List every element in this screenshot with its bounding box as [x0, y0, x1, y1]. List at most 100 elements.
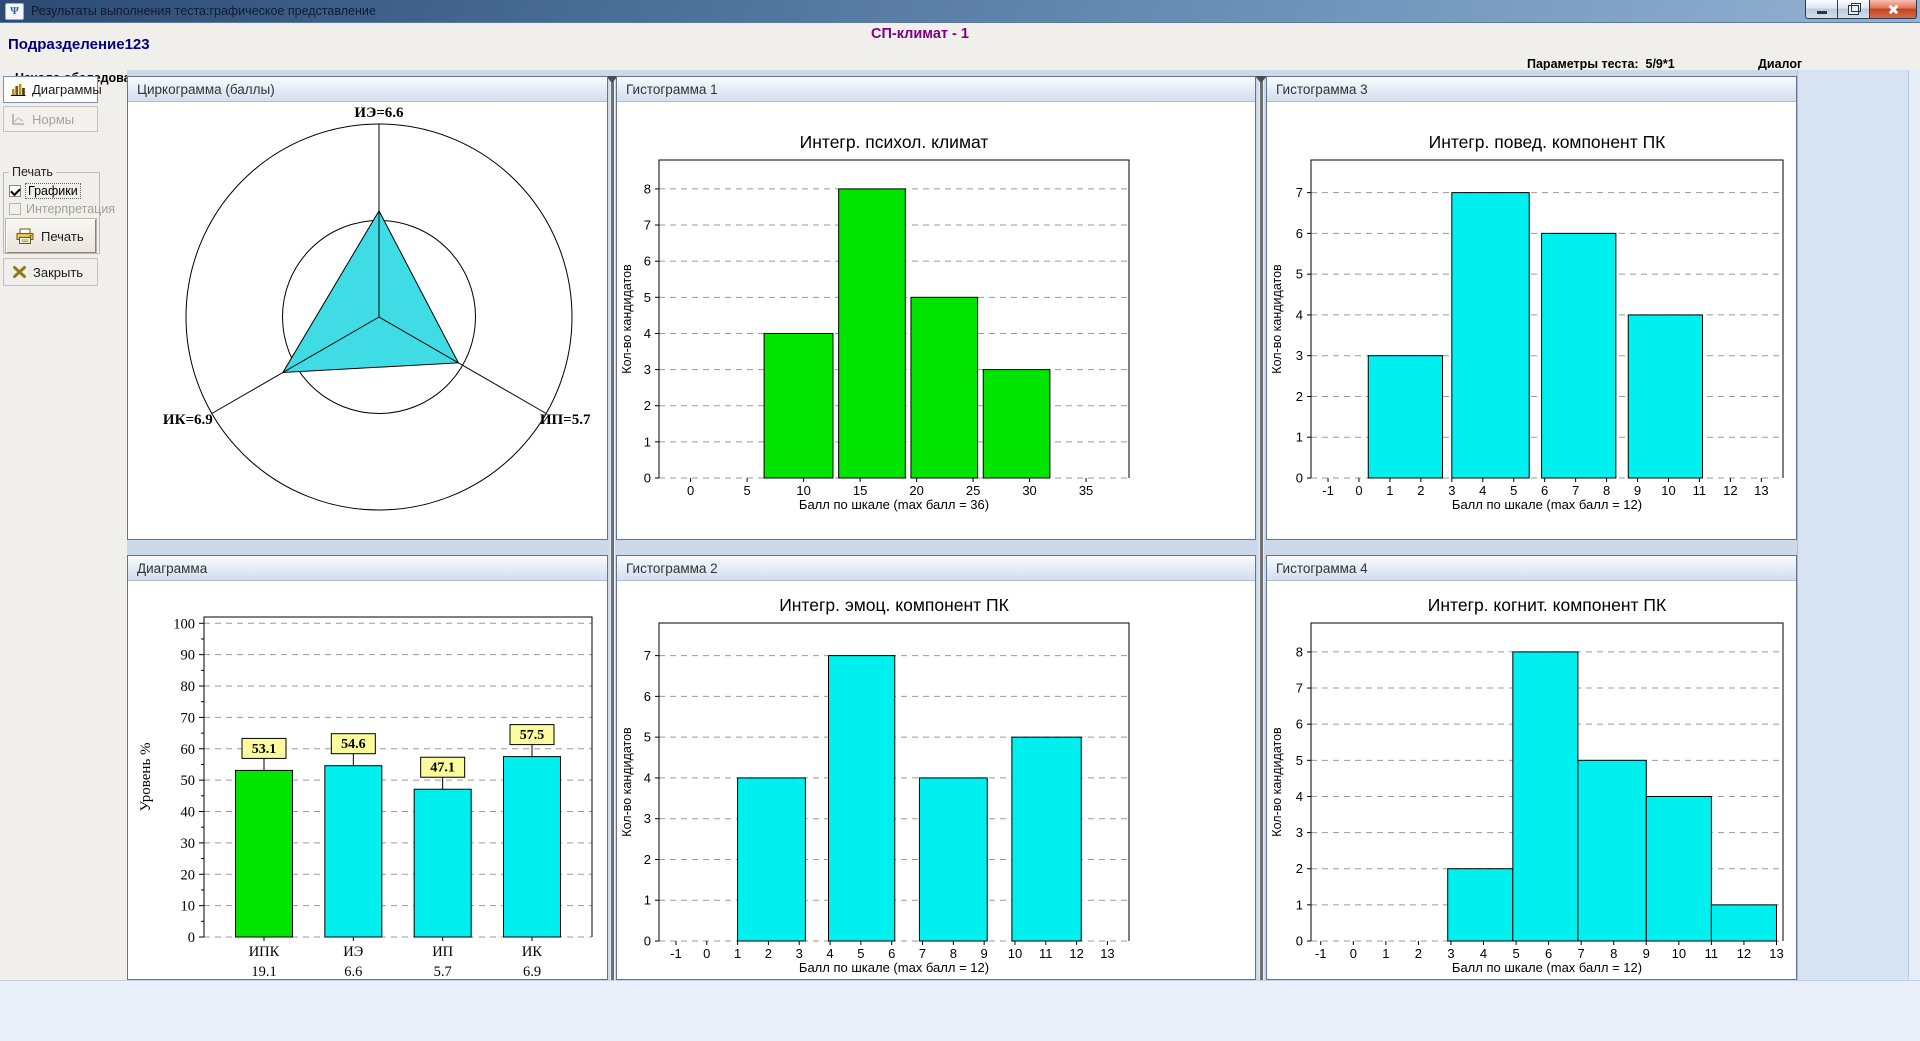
svg-text:2: 2: [765, 946, 772, 961]
svg-text:6: 6: [888, 946, 895, 961]
svg-text:5: 5: [744, 483, 751, 498]
histogram-2-chart: 01234567-1012345678910111213Интегр. эмоц…: [617, 581, 1255, 978]
svg-text:6: 6: [1296, 717, 1303, 732]
norms-button[interactable]: Нормы: [3, 106, 98, 132]
vertical-splitter-1[interactable]: [610, 76, 615, 980]
svg-text:2: 2: [1296, 389, 1303, 404]
svg-text:7: 7: [1572, 483, 1579, 498]
circogram-chart: ИЭ=6.6ИП=5.7ИК=6.9: [128, 102, 607, 538]
svg-text:7: 7: [1296, 681, 1303, 696]
restore-button[interactable]: [1837, 0, 1870, 19]
svg-text:2: 2: [644, 398, 651, 413]
diagrams-button[interactable]: Диаграммы: [3, 76, 98, 103]
svg-text:35: 35: [1079, 483, 1093, 498]
svg-text:3: 3: [1447, 946, 1454, 961]
svg-text:ИК=6.9: ИК=6.9: [163, 412, 213, 428]
svg-text:100: 100: [173, 616, 195, 632]
svg-text:30: 30: [1022, 483, 1036, 498]
svg-text:6: 6: [644, 689, 651, 704]
svg-text:Интегр. психол. климат: Интегр. психол. климат: [800, 132, 989, 152]
svg-text:Балл по шкале (max балл = 12): Балл по шкале (max балл = 12): [1452, 497, 1642, 512]
svg-text:7: 7: [919, 946, 926, 961]
svg-text:13: 13: [1754, 483, 1768, 498]
svg-text:9: 9: [1634, 483, 1641, 498]
svg-text:3: 3: [1296, 825, 1303, 840]
svg-text:5.7: 5.7: [434, 964, 452, 978]
department-name: Подразделение123: [8, 36, 150, 53]
svg-text:6: 6: [1296, 226, 1303, 241]
histogram-1-chart: 01234567805101520253035Интегр. психол. к…: [617, 102, 1255, 538]
svg-text:12: 12: [1069, 946, 1083, 961]
charts-checkbox-box[interactable]: [9, 185, 21, 197]
svg-text:0: 0: [703, 946, 710, 961]
svg-text:Интегр. когнит. компонент ПК: Интегр. когнит. компонент ПК: [1428, 595, 1667, 615]
svg-text:2: 2: [1296, 861, 1303, 876]
svg-text:5: 5: [1512, 946, 1519, 961]
panel-histogram-1-caption[interactable]: Гистограмма 1: [617, 77, 1255, 102]
svg-text:7: 7: [644, 218, 651, 233]
close-window-button[interactable]: [1869, 0, 1917, 19]
print-button[interactable]: Печать: [6, 219, 96, 253]
svg-text:80: 80: [181, 679, 196, 695]
svg-text:5: 5: [1296, 753, 1303, 768]
svg-text:0: 0: [644, 934, 651, 949]
svg-text:Интегр. эмоц. компонент ПК: Интегр. эмоц. компонент ПК: [779, 595, 1009, 615]
panel-histogram-3-caption[interactable]: Гистограмма 3: [1267, 77, 1796, 102]
svg-text:0: 0: [687, 483, 694, 498]
svg-text:Кол-во кандидатов: Кол-во кандидатов: [1270, 727, 1284, 837]
svg-text:6: 6: [1541, 483, 1548, 498]
charts-checkbox[interactable]: Графики: [9, 184, 80, 198]
minimize-button[interactable]: [1805, 0, 1838, 19]
svg-text:Интегр. повед. компонент ПК: Интегр. повед. компонент ПК: [1429, 132, 1667, 152]
window-titlebar[interactable]: Ψ Результаты выполнения теста:графическо…: [0, 0, 1920, 23]
panel-diagram: Диаграмма 53.1ИПК19.154.6ИЭ6.647.1ИП5.75…: [127, 555, 608, 980]
panel-histogram-4: Гистограмма 4 012345678-1012345678910111…: [1266, 555, 1797, 980]
close-button[interactable]: Закрыть: [3, 258, 98, 286]
svg-text:0: 0: [1355, 483, 1362, 498]
svg-text:54.6: 54.6: [341, 737, 366, 752]
panel-diagram-caption[interactable]: Диаграмма: [128, 556, 607, 581]
svg-text:30: 30: [181, 836, 196, 852]
diagram-chart: 53.1ИПК19.154.6ИЭ6.647.1ИП5.757.5ИК6.901…: [128, 581, 607, 978]
svg-text:0: 0: [1296, 471, 1303, 486]
svg-text:-1: -1: [1322, 483, 1334, 498]
svg-text:ИЭ=6.6: ИЭ=6.6: [354, 105, 404, 121]
vertical-splitter-2[interactable]: [1259, 76, 1264, 980]
norms-chart-icon: [10, 112, 26, 127]
svg-text:5: 5: [857, 946, 864, 961]
svg-text:10: 10: [796, 483, 810, 498]
charts-checkbox-label[interactable]: Графики: [26, 184, 80, 198]
svg-text:20: 20: [181, 867, 196, 883]
svg-text:4: 4: [1296, 789, 1303, 804]
close-icon: [1887, 3, 1899, 15]
panel-histogram-3: Гистограмма 3 01234567-10123456789101112…: [1266, 76, 1797, 540]
svg-text:3: 3: [644, 811, 651, 826]
svg-text:5: 5: [1510, 483, 1517, 498]
minimize-icon: [1817, 11, 1827, 14]
close-x-icon: [12, 265, 27, 279]
histogram-4-chart: 012345678-1012345678910111213Интегр. ког…: [1267, 581, 1796, 978]
panel-circogram-caption[interactable]: Циркограмма (баллы): [128, 77, 607, 102]
svg-text:7: 7: [644, 648, 651, 663]
panel-histogram-4-caption[interactable]: Гистограмма 4: [1267, 556, 1796, 581]
svg-text:40: 40: [181, 805, 196, 821]
svg-text:0: 0: [1350, 946, 1357, 961]
svg-text:9: 9: [1643, 946, 1650, 961]
svg-text:25: 25: [966, 483, 980, 498]
test-params: Параметры теста: 5/9*1: [1527, 57, 1675, 71]
svg-text:3: 3: [644, 362, 651, 377]
svg-text:70: 70: [181, 710, 196, 726]
svg-text:Балл по шкале (max балл = 36): Балл по шкале (max балл = 36): [799, 497, 989, 512]
print-button-label: Печать: [41, 229, 84, 244]
svg-text:-1: -1: [670, 946, 682, 961]
svg-text:7: 7: [1296, 185, 1303, 200]
svg-text:3: 3: [796, 946, 803, 961]
printer-icon: [15, 228, 35, 245]
interpretation-checkbox-box: [9, 203, 21, 215]
svg-text:Балл по шкале (max балл = 12): Балл по шкале (max балл = 12): [1452, 960, 1642, 975]
svg-text:11: 11: [1705, 946, 1719, 961]
svg-text:53.1: 53.1: [252, 742, 277, 757]
panel-histogram-2-caption[interactable]: Гистограмма 2: [617, 556, 1255, 581]
svg-text:4: 4: [644, 326, 651, 341]
svg-text:2: 2: [1417, 483, 1424, 498]
